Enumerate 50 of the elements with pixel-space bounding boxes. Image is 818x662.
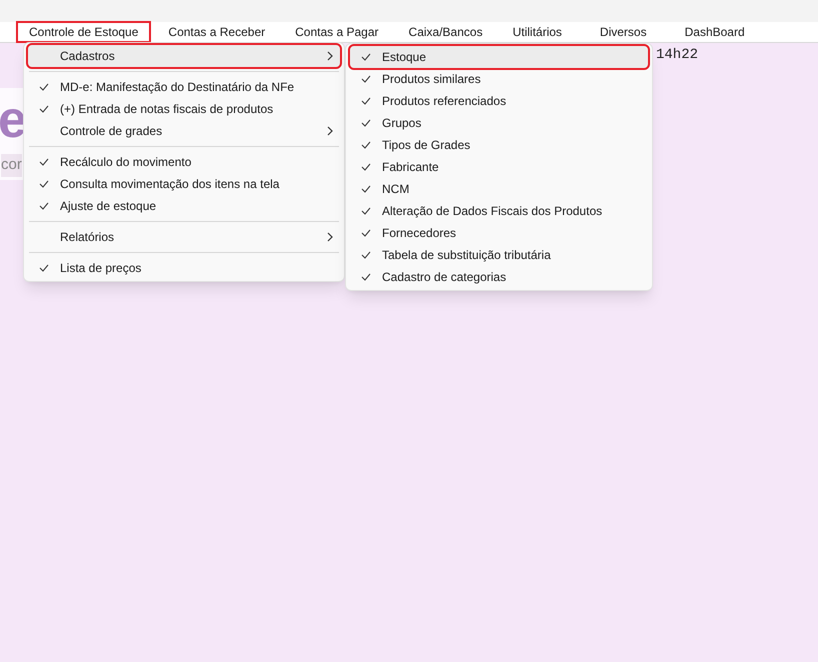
menu-item[interactable]: Ajuste de estoque xyxy=(28,195,340,217)
menu-item[interactable]: MD-e: Manifestação do Destinatário da NFe xyxy=(28,76,340,98)
menu-item[interactable]: Tabela de substituição tributária xyxy=(350,244,648,266)
check-icon xyxy=(361,119,371,127)
chevron-right-icon xyxy=(327,232,333,242)
menu-item[interactable]: Grupos xyxy=(350,112,648,134)
menu-item[interactable]: Estoque xyxy=(350,46,648,68)
menu-bar-item[interactable]: Utilitários xyxy=(500,22,574,42)
check-icon xyxy=(361,97,371,105)
menu-item[interactable]: NCM xyxy=(350,178,648,200)
menu-item[interactable]: Lista de preços xyxy=(28,257,340,279)
check-icon xyxy=(39,180,49,188)
menu-item[interactable]: Fornecedores xyxy=(350,222,648,244)
menu-bar-item[interactable]: Diversos xyxy=(588,22,659,42)
check-icon xyxy=(361,251,371,259)
menu-item[interactable]: Relatórios xyxy=(28,226,340,248)
menu-item[interactable]: Fabricante xyxy=(350,156,648,178)
check-icon xyxy=(39,105,49,113)
check-icon xyxy=(361,75,371,83)
time-label: 14h22 xyxy=(656,46,698,65)
check-icon xyxy=(361,185,371,193)
menu-item[interactable]: Alteração de Dados Fiscais dos Produtos xyxy=(350,200,648,222)
check-icon xyxy=(361,207,371,215)
check-icon xyxy=(361,141,371,149)
menu-item[interactable]: (+) Entrada de notas fiscais de produtos xyxy=(28,98,340,120)
check-icon xyxy=(39,264,49,272)
check-icon xyxy=(361,163,371,171)
menu-item[interactable]: Recálculo do movimento xyxy=(28,151,340,173)
menu-item[interactable]: Tipos de Grades xyxy=(350,134,648,156)
menu-bar-item[interactable]: Caixa/Bancos xyxy=(396,22,495,42)
logo-text: e xyxy=(0,90,28,150)
chevron-right-icon xyxy=(327,51,333,61)
menu-bar-item[interactable]: Contas a Pagar xyxy=(283,22,391,42)
check-icon xyxy=(39,158,49,166)
menu-item[interactable]: Produtos similares xyxy=(350,68,648,90)
check-icon xyxy=(361,229,371,237)
check-icon xyxy=(39,83,49,91)
menu-item[interactable]: Cadastro de categorias xyxy=(350,266,648,288)
check-icon xyxy=(39,202,49,210)
menu-item[interactable]: Produtos referenciados xyxy=(350,90,648,112)
check-icon xyxy=(361,273,371,281)
menu-item[interactable]: Controle de grades xyxy=(28,120,340,142)
menu-bar-item[interactable]: DashBoard xyxy=(672,22,757,42)
check-icon xyxy=(361,53,371,61)
chevron-right-icon xyxy=(327,126,333,136)
menu-bar-item[interactable]: Controle de Estoque xyxy=(17,22,150,42)
menu-item[interactable]: Cadastros xyxy=(28,45,340,67)
menu-bar-item[interactable]: Contas a Receber xyxy=(156,22,278,42)
subtitle-text: cor xyxy=(1,154,22,176)
menu-item[interactable]: Consulta movimentação dos itens na tela xyxy=(28,173,340,195)
